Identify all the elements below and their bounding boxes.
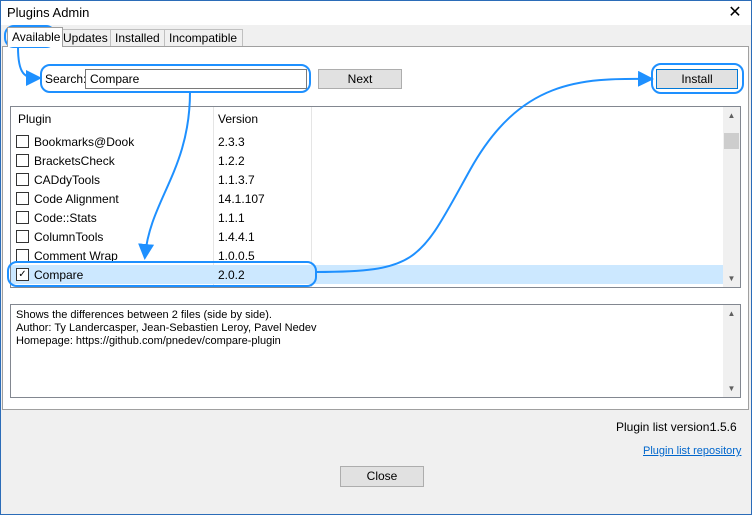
close-icon[interactable]: ✕ xyxy=(725,3,745,23)
checkbox[interactable] xyxy=(16,154,29,167)
list-item[interactable]: Code Alignment 14.1.107 xyxy=(11,189,723,208)
tab-incompatible[interactable]: Incompatible xyxy=(164,29,243,46)
checkbox[interactable] xyxy=(16,173,29,186)
window-title: Plugins Admin xyxy=(7,5,90,20)
plugin-name: Compare xyxy=(34,268,84,282)
plugin-version: 1.4.4.1 xyxy=(218,230,255,244)
checkbox[interactable] xyxy=(16,230,29,243)
next-button[interactable]: Next xyxy=(318,69,402,89)
tab-available[interactable]: Available xyxy=(7,27,63,47)
checkbox[interactable] xyxy=(16,192,29,205)
plugin-name: CADdyTools xyxy=(34,173,101,187)
plugin-name: ColumnTools xyxy=(34,230,104,244)
description-line: Shows the differences between 2 files (s… xyxy=(16,309,272,321)
list-item[interactable]: ColumnTools 1.4.4.1 xyxy=(11,227,723,246)
plugin-list-version-label: Plugin list version: xyxy=(616,420,713,434)
list-header: Plugin Version xyxy=(11,107,723,131)
plugin-version: 1.1.3.7 xyxy=(218,173,255,187)
plugin-list-version-value: 1.5.6 xyxy=(710,420,737,434)
scroll-down-icon[interactable]: ▼ xyxy=(723,270,740,287)
plugin-name: BracketsCheck xyxy=(34,154,115,168)
description-line: Author: Ty Landercasper, Jean-Sebastien … xyxy=(16,322,317,334)
tab-installed[interactable]: Installed xyxy=(110,29,168,46)
plugin-version: 1.1.1 xyxy=(218,211,245,225)
plugin-version: 14.1.107 xyxy=(218,192,265,206)
title-bar: Plugins Admin ✕ xyxy=(1,1,751,25)
list-item[interactable]: Code::Stats 1.1.1 xyxy=(11,208,723,227)
plugin-name: Bookmarks@Dook xyxy=(34,135,135,149)
column-header-version[interactable]: Version xyxy=(218,112,258,126)
list-item[interactable]: BracketsCheck 1.2.2 xyxy=(11,151,723,170)
plugin-list[interactable]: Plugin Version Bookmarks@Dook 2.3.3 Brac… xyxy=(10,106,741,288)
checkbox[interactable] xyxy=(16,211,29,224)
plugin-name: Code Alignment xyxy=(34,192,119,206)
plugin-description: Shows the differences between 2 files (s… xyxy=(10,304,741,398)
scroll-down-icon[interactable]: ▼ xyxy=(723,380,740,397)
list-item[interactable]: CADdyTools 1.1.3.7 xyxy=(11,170,723,189)
plugin-version: 2.3.3 xyxy=(218,135,245,149)
description-scrollbar[interactable]: ▲ ▼ xyxy=(723,305,740,397)
scrollbar-thumb[interactable] xyxy=(724,133,739,149)
close-button[interactable]: Close xyxy=(340,466,424,487)
plugin-version: 1.2.2 xyxy=(218,154,245,168)
list-scrollbar[interactable]: ▲ ▼ xyxy=(723,107,740,287)
plugin-name: Comment Wrap xyxy=(34,249,118,263)
checkbox[interactable] xyxy=(16,249,29,262)
install-button[interactable]: Install xyxy=(656,69,738,89)
list-item[interactable]: Comment Wrap 1.0.0.5 xyxy=(11,246,723,265)
scroll-up-icon[interactable]: ▲ xyxy=(723,305,740,322)
plugin-version: 2.0.2 xyxy=(218,268,245,282)
scroll-up-icon[interactable]: ▲ xyxy=(723,107,740,124)
tab-updates[interactable]: Updates xyxy=(58,29,113,46)
plugin-name: Code::Stats xyxy=(34,211,97,225)
search-input[interactable] xyxy=(85,69,307,89)
plugin-version: 1.0.0.5 xyxy=(218,249,255,263)
search-label: Search: xyxy=(45,72,87,86)
checkbox-checked[interactable]: ✓ xyxy=(16,268,29,281)
list-item[interactable]: Bookmarks@Dook 2.3.3 xyxy=(11,132,723,151)
column-header-plugin[interactable]: Plugin xyxy=(18,112,51,126)
checkbox[interactable] xyxy=(16,135,29,148)
description-line: Homepage: https://github.com/pnedev/comp… xyxy=(16,335,281,347)
list-item-selected[interactable]: ✓ Compare 2.0.2 xyxy=(11,265,723,284)
plugin-list-repository-link[interactable]: Plugin list repository xyxy=(643,445,741,457)
